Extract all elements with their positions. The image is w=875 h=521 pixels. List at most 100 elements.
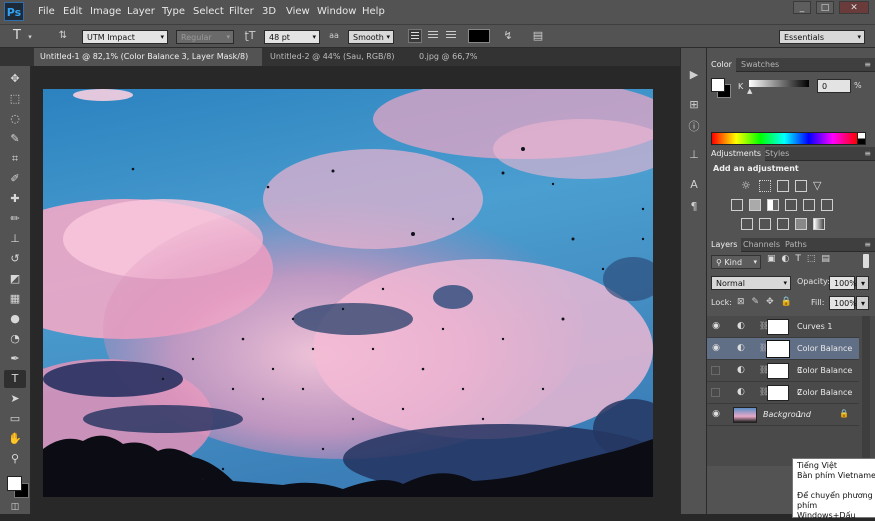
layer-curves-1[interactable]: ◉ ◐ ⛓ Curves 1 (707, 316, 859, 338)
hue-saturation-icon[interactable] (731, 199, 743, 211)
tab-untitled-1[interactable]: Untitled-1 @ 82,1% (Color Balance 3, Lay… (34, 48, 262, 79)
threshold-icon[interactable] (777, 218, 789, 230)
panel-menu-icon[interactable]: ≡ (864, 238, 871, 252)
hand-tool-icon[interactable]: ✋ (4, 430, 26, 448)
document-canvas-image[interactable] (43, 89, 653, 497)
tab-swatches[interactable]: Swatches (737, 58, 783, 72)
type-tool-icon[interactable]: T (4, 370, 26, 388)
tab-layers[interactable]: Layers (707, 238, 742, 252)
pen-tool-icon[interactable]: ✒ (4, 350, 26, 368)
character-panel-icon[interactable]: ▤ (530, 29, 546, 43)
quick-mask-icon[interactable]: ◫ (4, 498, 26, 516)
black-white-icon[interactable] (767, 199, 779, 211)
menu-layer[interactable]: Layer (127, 0, 155, 24)
eye-icon[interactable]: ◉ (711, 321, 721, 331)
exposure-icon[interactable] (795, 180, 807, 192)
black-white-swatch[interactable] (857, 132, 866, 145)
photo-filter-icon[interactable] (785, 199, 797, 211)
info-icon[interactable]: ⓘ (685, 118, 703, 136)
menu-view[interactable]: View (286, 0, 310, 24)
slider-handle-icon[interactable]: ▲ (747, 87, 752, 95)
eye-icon[interactable]: ◉ (711, 409, 721, 419)
layer-mask-thumbnail[interactable] (766, 340, 790, 358)
k-slider-track[interactable] (749, 80, 809, 87)
panel-menu-icon[interactable]: ≡ (864, 58, 871, 72)
vibrance-icon[interactable]: ▽ (813, 179, 821, 192)
layer-mask-thumbnail[interactable] (767, 363, 789, 379)
menu-image[interactable]: Image (90, 0, 121, 24)
minimize-button[interactable]: _ (793, 1, 811, 14)
font-size-select[interactable]: 48 pt ▾ (264, 30, 320, 44)
layers-scrollbar[interactable] (862, 316, 870, 466)
fill-input[interactable]: 100% (829, 296, 857, 310)
workspace-select[interactable]: Essentials ▾ (779, 30, 865, 44)
menu-type[interactable]: Type (162, 0, 185, 24)
visibility-toggle-off[interactable] (711, 388, 720, 397)
k-value-input[interactable]: 0 (817, 79, 851, 93)
menu-help[interactable]: Help (362, 0, 385, 24)
foreground-color-swatch[interactable] (7, 476, 22, 491)
layer-mask-thumbnail[interactable] (767, 319, 789, 335)
menu-edit[interactable]: Edit (63, 0, 82, 24)
type-tool-preset-icon[interactable]: T (8, 29, 26, 43)
tab-styles[interactable]: Styles (761, 147, 793, 161)
tab-color[interactable]: Color (707, 58, 736, 72)
gradient-tool-icon[interactable]: ▦ (4, 290, 26, 308)
opacity-dropdown-button[interactable]: ▾ (856, 276, 869, 290)
background-thumbnail[interactable] (733, 407, 757, 423)
panel-menu-icon[interactable]: ≡ (864, 147, 871, 161)
play-action-icon[interactable]: ▶ (685, 66, 703, 84)
menu-window[interactable]: Window (317, 0, 356, 24)
dodge-tool-icon[interactable]: ◔ (4, 330, 26, 348)
menu-filter[interactable]: Filter (229, 0, 254, 24)
color-spectrum-bar[interactable] (711, 132, 858, 145)
eraser-tool-icon[interactable]: ◩ (4, 270, 26, 288)
clone-stamp-tool-icon[interactable]: ⊥ (4, 230, 26, 248)
tab-paths[interactable]: Paths (781, 238, 811, 252)
eye-icon[interactable]: ◉ (711, 343, 721, 353)
zoom-tool-icon[interactable]: ⚲ (4, 450, 26, 468)
tab-channels[interactable]: Channels (739, 238, 784, 252)
lock-icons[interactable]: ⊠✎✥🔒 (737, 297, 799, 307)
tab-untitled-2[interactable]: Untitled-2 @ 44% (Sau, RGB/8) *✕ (264, 48, 412, 79)
menu-3d[interactable]: 3D (262, 0, 276, 24)
layer-color-balance-2[interactable]: ◐ ⛓ Color Balance 2 (707, 360, 859, 397)
healing-brush-tool-icon[interactable]: ✚ (4, 190, 26, 208)
posterize-icon[interactable] (759, 218, 771, 230)
filter-toggle-switch[interactable] (863, 254, 869, 268)
menu-file[interactable]: File (38, 0, 55, 24)
crop-tool-icon[interactable]: ⌗ (4, 150, 26, 168)
levels-icon[interactable] (759, 180, 771, 192)
text-color-swatch[interactable] (468, 29, 490, 43)
selective-color-icon[interactable] (795, 218, 807, 230)
layer-background[interactable]: ◉ Background 🔒 (707, 404, 859, 426)
warp-text-icon[interactable]: ↯ (500, 29, 516, 43)
rectangle-tool-icon[interactable]: ▭ (4, 410, 26, 428)
clone-source-icon[interactable]: ⊥ (685, 146, 703, 164)
foreground-color-swatch[interactable] (711, 78, 725, 92)
history-icon[interactable]: ⊞ (685, 96, 703, 114)
font-style-select[interactable]: Regular ▾ (176, 30, 234, 44)
marquee-tool-icon[interactable]: ⬚ (4, 90, 26, 108)
tab-adjustments[interactable]: Adjustments (707, 147, 766, 161)
path-selection-tool-icon[interactable]: ➤ (4, 390, 26, 408)
move-tool-icon[interactable]: ✥ (4, 70, 26, 88)
lasso-tool-icon[interactable]: ◌ (4, 110, 26, 128)
blur-tool-icon[interactable]: ● (4, 310, 26, 328)
color-lookup-icon[interactable] (821, 199, 833, 211)
layer-color-balance-3[interactable]: ◉ ◐ ⛓ Color Balance 3 (707, 338, 859, 375)
layer-mask-thumbnail[interactable] (767, 385, 789, 401)
curves-icon[interactable] (777, 180, 789, 192)
character-icon[interactable]: A (685, 176, 703, 194)
gradient-map-icon[interactable] (813, 218, 825, 230)
brightness-icon[interactable]: ☼ (741, 179, 751, 192)
layer-color-balance-1[interactable]: ◐ ⛓ Color Balance 1 (707, 382, 859, 419)
align-left-button[interactable] (408, 29, 422, 43)
menu-select[interactable]: Select (193, 0, 224, 24)
color-balance-icon[interactable] (749, 199, 761, 211)
channel-mixer-icon[interactable] (803, 199, 815, 211)
antialias-select[interactable]: Smooth ▾ (348, 30, 394, 44)
eyedropper-tool-icon[interactable]: ✐ (4, 170, 26, 188)
quick-select-tool-icon[interactable]: ✎ (4, 130, 26, 148)
text-orientation-icon[interactable]: ⇅ (56, 29, 70, 43)
